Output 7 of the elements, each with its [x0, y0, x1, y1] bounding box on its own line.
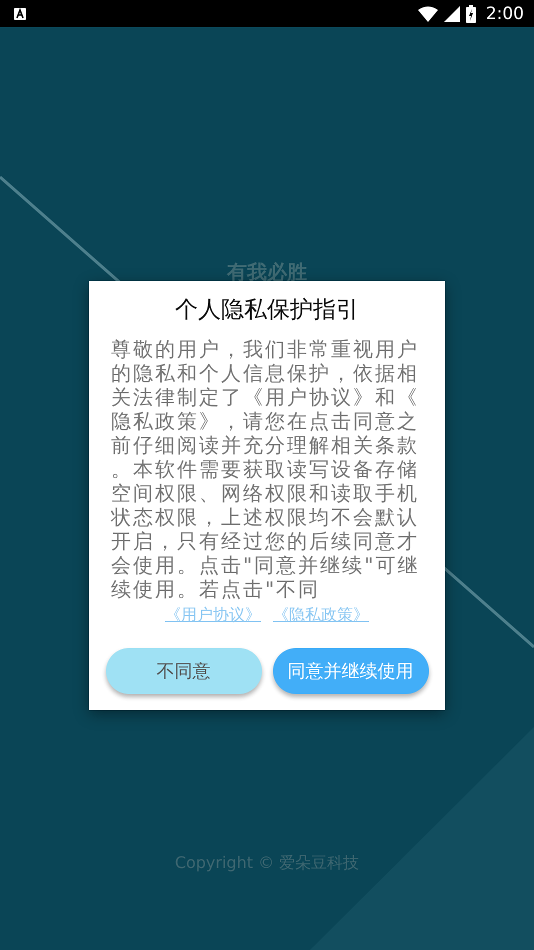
status-time: 2:00: [486, 4, 524, 24]
dialog-title: 个人隐私保护指引: [175, 296, 359, 325]
disagree-button[interactable]: 不同意: [106, 648, 262, 694]
policy-link[interactable]: 《隐私政策》: [273, 605, 369, 626]
agree-button[interactable]: 同意并继续使用: [272, 648, 428, 694]
dialog-body-text: 尊敬的用户，我们非常重视用户的隐私和个人信息保护，依据相关法律制定了《用户协议》和《隐私政策》，请您在点击同意之前仔细阅读并充分理解相关条款。本软件需要获取读写设备存储空间权限、网络权限和读取手机状态权限，上述权限均不会默认开启，只有经过您的后续同意才会使用。点击"同意并继续"可继续使用。若点击"不同: [111, 337, 420, 601]
policy-link[interactable]: 《用户协议》: [165, 605, 261, 626]
